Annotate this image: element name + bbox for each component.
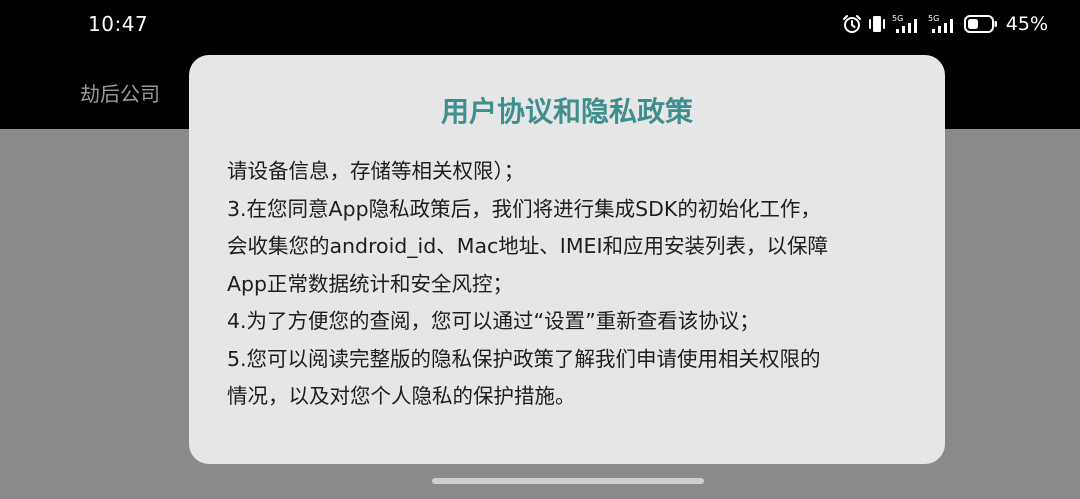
signal-5g-label: 5G [892, 14, 903, 23]
signal-5g-icon: 5G [892, 13, 922, 35]
battery-icon [963, 14, 998, 34]
signal-5g-icon: 5G [928, 13, 958, 35]
dialog-line: 4.为了方便您的查阅，您可以通过“设置”重新查看该协议； [227, 309, 760, 333]
signal-5g-label: 5G [928, 14, 939, 23]
status-icons: 5G 5G 45% [842, 12, 1048, 36]
dialog-line: 请设备信息，存储等相关权限）； [227, 159, 525, 183]
dialog-line: App正常数据统计和安全风控； [227, 271, 514, 296]
home-indicator[interactable] [432, 478, 704, 484]
status-time: 10:47 [88, 12, 149, 36]
alarm-icon [842, 14, 862, 34]
privacy-dialog: 用户协议和隐私政策 请设备信息，存储等相关权限）； 3.在您同意App隐私政策后… [189, 55, 945, 464]
vibrate-icon [868, 14, 886, 34]
dialog-header: 用户协议和隐私政策 [189, 92, 945, 132]
dialog-line: 5.您可以阅读完整版的隐私保护政策了解我们申请使用相关权限的 [227, 346, 821, 371]
dialog-line: 情况，以及对您个人隐私的保护措施。 [227, 384, 576, 408]
app-title: 劫后公司 [80, 82, 160, 106]
dialog-line: 3.在您同意App隐私政策后，我们将进行集成SDK的初始化工作， [227, 196, 821, 221]
dialog-line: 会收集您的android_id、Mac地址、IMEI和应用安装列表，以保障 [227, 234, 829, 258]
status-bar: 10:47 5G 5G 45% [0, 0, 1080, 48]
dialog-title: 用户协议和隐私政策 [440, 95, 693, 128]
dialog-body[interactable]: 请设备信息，存储等相关权限）； 3.在您同意App隐私政策后，我们将进行集成SD… [227, 153, 917, 416]
battery-percent: 45% [1005, 13, 1048, 35]
